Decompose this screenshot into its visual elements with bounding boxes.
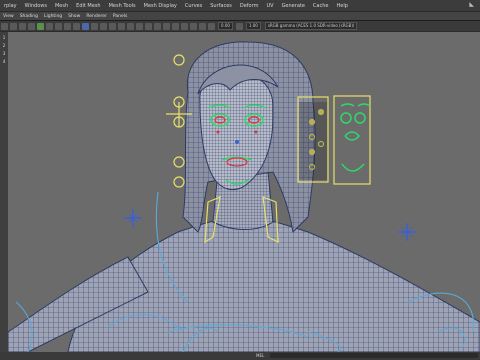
layout-3[interactable]: 3: [0, 51, 8, 56]
exposure-field[interactable]: 0.00: [218, 22, 233, 30]
field-chart-icon[interactable]: [73, 22, 80, 30]
mel-label[interactable]: MEL: [256, 353, 264, 358]
shadows-icon[interactable]: [127, 22, 134, 30]
gamma-field[interactable]: 1.00: [245, 22, 261, 30]
menu-item-edit-mesh[interactable]: Edit Mesh: [72, 3, 104, 9]
wireframe-on-shaded-icon[interactable]: [100, 22, 107, 30]
depth-of-field-icon[interactable]: [163, 22, 170, 30]
3d-viewport[interactable]: [8, 32, 480, 352]
menu-item-generate[interactable]: Generate: [278, 3, 309, 9]
layout-2[interactable]: 2: [0, 43, 8, 48]
panel-menu-lighting[interactable]: Lighting: [41, 14, 65, 19]
menu-item-deform[interactable]: Deform: [236, 3, 263, 9]
panel-menu-shading[interactable]: Shading: [17, 14, 41, 19]
left-tool-strip: 1 2 3 4: [0, 32, 8, 352]
select-camera-icon[interactable]: [1, 22, 8, 30]
gamma-icon[interactable]: [235, 22, 243, 30]
grid-icon[interactable]: [37, 22, 44, 30]
layout-1[interactable]: 1: [0, 35, 8, 40]
maya-logo-icon: ◣: [469, 1, 474, 8]
smooth-shade-icon[interactable]: [91, 22, 98, 30]
menu-item-mesh-display[interactable]: Mesh Display: [140, 3, 181, 9]
viewport-toolbar: 0.00 1.00 sRGB gamma (ACES 1.0 SDR-video…: [0, 21, 480, 32]
textured-icon[interactable]: [109, 22, 116, 30]
exposure-icon[interactable]: [208, 22, 215, 30]
xray-components-icon[interactable]: [199, 22, 206, 30]
scene-canvas[interactable]: [8, 32, 480, 352]
lights-icon[interactable]: [118, 22, 125, 30]
menu-item-mesh-tools[interactable]: Mesh Tools: [105, 3, 140, 9]
gate-mask-icon[interactable]: [64, 22, 71, 30]
color-space-dropdown[interactable]: sRGB gamma (ACES 1.0 SDR-video (sRGB)): [264, 22, 358, 30]
anti-aliasing-icon[interactable]: [154, 22, 161, 30]
xray-joints-icon[interactable]: [190, 22, 197, 30]
panel-menubar: View Shading Lighting Show Renderer Pane…: [0, 12, 480, 20]
menu-item-mesh[interactable]: Mesh: [51, 3, 72, 9]
camera-attributes-icon[interactable]: [10, 22, 17, 30]
face-gui-green[interactable]: [340, 103, 371, 172]
gui-backplate: [299, 102, 327, 180]
bookmark-icon[interactable]: [19, 22, 26, 30]
panel-menu-renderer[interactable]: Renderer: [83, 14, 110, 19]
motion-blur-icon[interactable]: [145, 22, 152, 30]
command-line-bar: MEL: [0, 352, 480, 360]
menu-item-curves[interactable]: Curves: [181, 3, 206, 9]
command-input[interactable]: [270, 353, 478, 358]
menu-item-surfaces[interactable]: Surfaces: [206, 3, 236, 9]
isolate-select-icon[interactable]: [172, 22, 179, 30]
menu-item-partial[interactable]: rplay: [0, 3, 21, 9]
menu-item-windows[interactable]: Windows: [21, 3, 51, 9]
image-plane-icon[interactable]: [28, 22, 35, 30]
menu-item-uv[interactable]: UV: [262, 3, 277, 9]
ambient-occlusion-icon[interactable]: [136, 22, 143, 30]
resolution-gate-icon[interactable]: [55, 22, 62, 30]
main-menubar: rplay Windows Mesh Edit Mesh Mesh Tools …: [0, 0, 480, 12]
panel-menu-panels[interactable]: Panels: [110, 14, 130, 19]
wireframe-icon[interactable]: [82, 22, 89, 30]
menu-item-help[interactable]: Help: [332, 3, 351, 9]
panel-menu-view[interactable]: View: [0, 14, 17, 19]
xray-icon[interactable]: [181, 22, 188, 30]
panel-menu-show[interactable]: Show: [65, 14, 83, 19]
menu-item-cache[interactable]: Cache: [309, 3, 333, 9]
layout-4[interactable]: 4: [0, 59, 8, 64]
film-gate-icon[interactable]: [46, 22, 53, 30]
